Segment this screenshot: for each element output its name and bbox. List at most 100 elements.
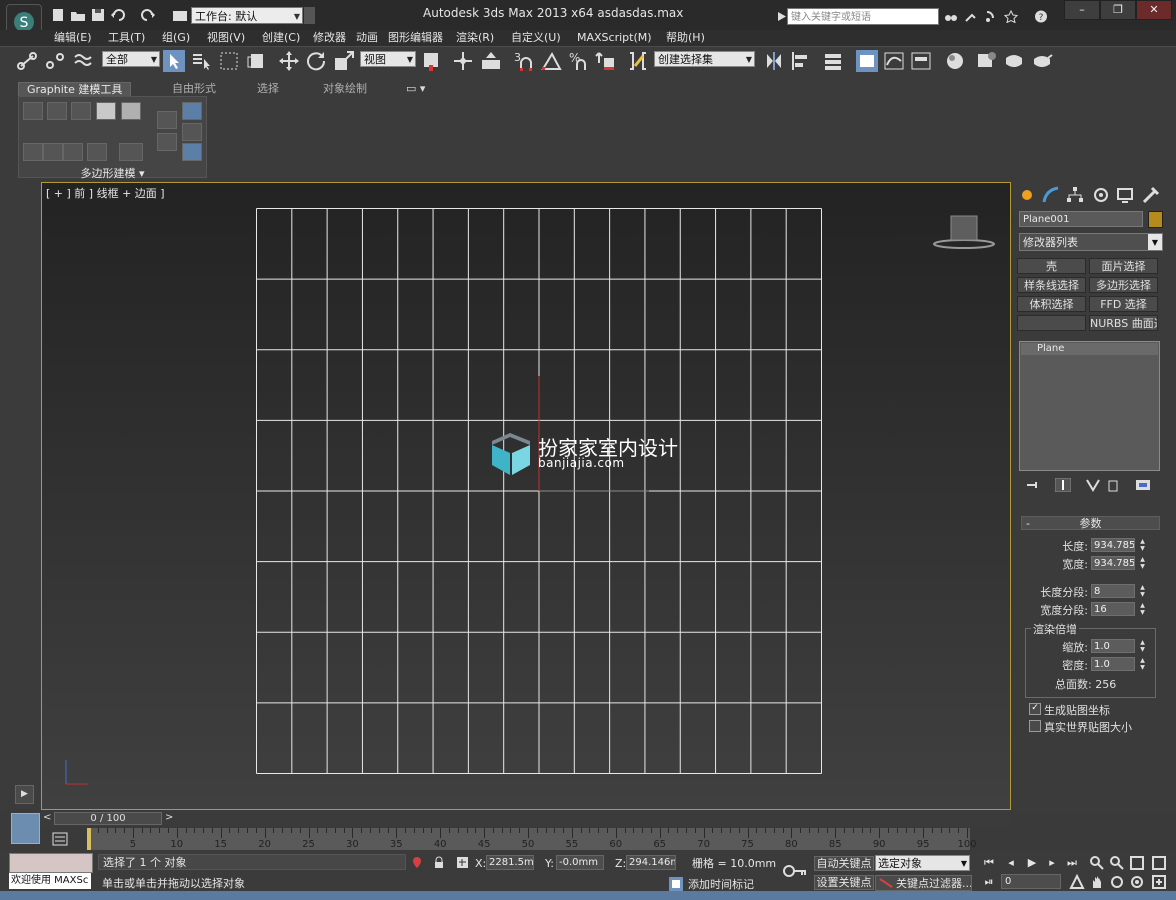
show-end-result-icon[interactable]: [1055, 478, 1071, 492]
modifier-poly-select-button[interactable]: 多边形选择: [1089, 277, 1158, 293]
vertex-mode-icon[interactable]: [23, 102, 43, 120]
binoculars-icon[interactable]: [944, 10, 958, 23]
hierarchy-tab-icon[interactable]: [1065, 186, 1085, 204]
modifier-nurbs-select-button[interactable]: NURBS 曲面选择: [1089, 315, 1158, 331]
viewport-label[interactable]: [ + ] 前 ] 线框 + 边面 ]: [46, 185, 165, 201]
gen-map-coords-checkbox[interactable]: ✓: [1029, 703, 1041, 715]
configure-modifier-sets-icon[interactable]: [1135, 478, 1151, 492]
angle-snap-icon[interactable]: [540, 50, 562, 72]
modify-tab-icon[interactable]: [1041, 186, 1061, 204]
pivot-center-icon[interactable]: [420, 50, 442, 72]
zoom-icon[interactable]: [1089, 855, 1105, 871]
rectangular-selection-icon[interactable]: [218, 50, 240, 72]
panel-label[interactable]: 多边形建模 ▾: [18, 165, 207, 180]
key-mode-toggle[interactable]: ⏯: [981, 875, 997, 889]
snaps-toggle-icon[interactable]: 3: [513, 50, 535, 72]
length-field[interactable]: 934.785m: [1091, 538, 1135, 552]
select-and-link-icon[interactable]: [16, 50, 38, 72]
mini-curve-editor-button[interactable]: [11, 813, 40, 844]
current-frame-marker[interactable]: [87, 828, 91, 850]
percent-snap-icon[interactable]: %: [567, 50, 589, 72]
reference-coordinate-dropdown[interactable]: 视图 ▼: [360, 51, 416, 67]
zoom-all-icon[interactable]: [1109, 855, 1125, 871]
create-tab-icon[interactable]: [1017, 186, 1037, 204]
polygon-mode-icon[interactable]: [96, 102, 116, 120]
set-key-icon[interactable]: [782, 862, 808, 880]
display-tab-icon[interactable]: [1115, 186, 1135, 204]
time-tag-icon[interactable]: [668, 876, 684, 892]
menu-help[interactable]: 帮助(H): [666, 30, 705, 46]
z-coord-field[interactable]: 294.146mm: [626, 855, 676, 870]
ribbon-side-1-icon[interactable]: [157, 111, 177, 129]
communication-icon[interactable]: [984, 10, 998, 23]
density-spinner[interactable]: ▲ ▼: [1138, 657, 1147, 671]
selection-filter-dropdown[interactable]: 全部 ▼: [102, 51, 160, 67]
menu-maxscript[interactable]: MAXScript(M): [577, 30, 652, 46]
length-segs-spinner[interactable]: ▲ ▼: [1138, 584, 1147, 598]
play-button[interactable]: ▶: [1024, 856, 1040, 870]
align-icon[interactable]: [790, 50, 812, 72]
menu-rendering[interactable]: 渲染(R): [456, 30, 494, 46]
bind-space-warp-icon[interactable]: [72, 50, 94, 72]
spinner-snap-icon[interactable]: [595, 50, 617, 72]
real-world-map-checkbox[interactable]: [1029, 720, 1041, 732]
modifier-shell-button[interactable]: 壳: [1017, 258, 1086, 274]
maximize-viewport-icon[interactable]: [1151, 874, 1167, 890]
width-segs-field[interactable]: 16: [1091, 602, 1135, 616]
select-and-rotate-icon[interactable]: [305, 50, 327, 72]
ribbon-tool-4-icon[interactable]: [87, 143, 107, 161]
redo-icon[interactable]: [140, 8, 156, 22]
auto-key-button[interactable]: 自动关键点: [814, 856, 874, 871]
parameters-rollout-header[interactable]: - 参数: [1021, 516, 1160, 530]
workspace-dropdown-arrow[interactable]: [304, 7, 315, 24]
search-input[interactable]: 键入关键字或短语: [787, 8, 939, 25]
project-folder-icon[interactable]: [172, 8, 188, 22]
unlink-icon[interactable]: [44, 50, 66, 72]
utilities-tab-icon[interactable]: [1140, 186, 1160, 204]
remove-modifier-icon[interactable]: [1105, 478, 1121, 492]
density-field[interactable]: 1.0: [1091, 657, 1135, 671]
slider-next-button[interactable]: >: [165, 812, 173, 823]
menu-edit[interactable]: 编辑(E): [54, 30, 92, 46]
border-mode-icon[interactable]: [71, 102, 91, 120]
track-bar[interactable]: 5 10 15 20 25 30 35 40 45 50 55 60 65 70 75 80 85 90 95 100: [88, 828, 977, 850]
ribbon-tool-3-icon[interactable]: [63, 143, 83, 161]
menu-tools[interactable]: 工具(T): [108, 30, 145, 46]
menu-animation[interactable]: 动画: [356, 30, 378, 46]
zoom-extents-icon[interactable]: [1129, 855, 1145, 871]
modifier-volume-select-button[interactable]: 体积选择: [1017, 296, 1086, 312]
ribbon-side-2-icon[interactable]: [157, 133, 177, 151]
stack-item-plane[interactable]: Plane: [1021, 343, 1158, 355]
ribbon-tool-2-icon[interactable]: [43, 143, 63, 161]
render-setup-icon[interactable]: [976, 50, 998, 72]
pan-view-icon[interactable]: [1089, 874, 1105, 890]
close-button[interactable]: ✕: [1136, 0, 1172, 20]
window-crossing-icon[interactable]: [245, 50, 267, 72]
graphite-toggle-icon[interactable]: [856, 50, 878, 72]
ribbon-side-5-icon[interactable]: [182, 143, 202, 161]
set-key-button[interactable]: 设置关键点: [814, 875, 874, 890]
ribbon-options-button[interactable]: ▭ ▾: [406, 82, 425, 96]
subscription-icon[interactable]: [964, 10, 978, 23]
menu-views[interactable]: 视图(V): [207, 30, 245, 46]
edge-mode-icon[interactable]: [47, 102, 67, 120]
edit-named-selection-icon[interactable]: [627, 50, 649, 72]
absolute-mode-transform-icon[interactable]: [456, 856, 469, 869]
add-time-tag[interactable]: 添加时间标记: [688, 876, 754, 892]
zoom-extents-all-icon[interactable]: [1151, 855, 1167, 871]
render-production-icon[interactable]: [1031, 50, 1053, 72]
isolate-selection-icon[interactable]: [411, 856, 423, 869]
new-file-icon[interactable]: [50, 8, 66, 22]
modifier-spline-select-button[interactable]: 样条线选择: [1017, 277, 1086, 293]
object-color-swatch[interactable]: [1148, 211, 1163, 228]
tab-selection[interactable]: 选择: [257, 82, 279, 96]
ribbon-side-3-icon[interactable]: [182, 102, 202, 120]
next-frame-button[interactable]: ▸: [1044, 856, 1060, 870]
layer-manager-icon[interactable]: [822, 50, 844, 72]
length-spinner[interactable]: ▲ ▼: [1138, 538, 1147, 552]
modifier-stack[interactable]: [1019, 341, 1160, 471]
key-selection-dropdown[interactable]: 选定对象 ▼: [875, 855, 970, 871]
schematic-view-icon[interactable]: [910, 50, 932, 72]
help-icon[interactable]: ?: [1034, 10, 1048, 23]
scale-field[interactable]: 1.0: [1091, 639, 1135, 653]
